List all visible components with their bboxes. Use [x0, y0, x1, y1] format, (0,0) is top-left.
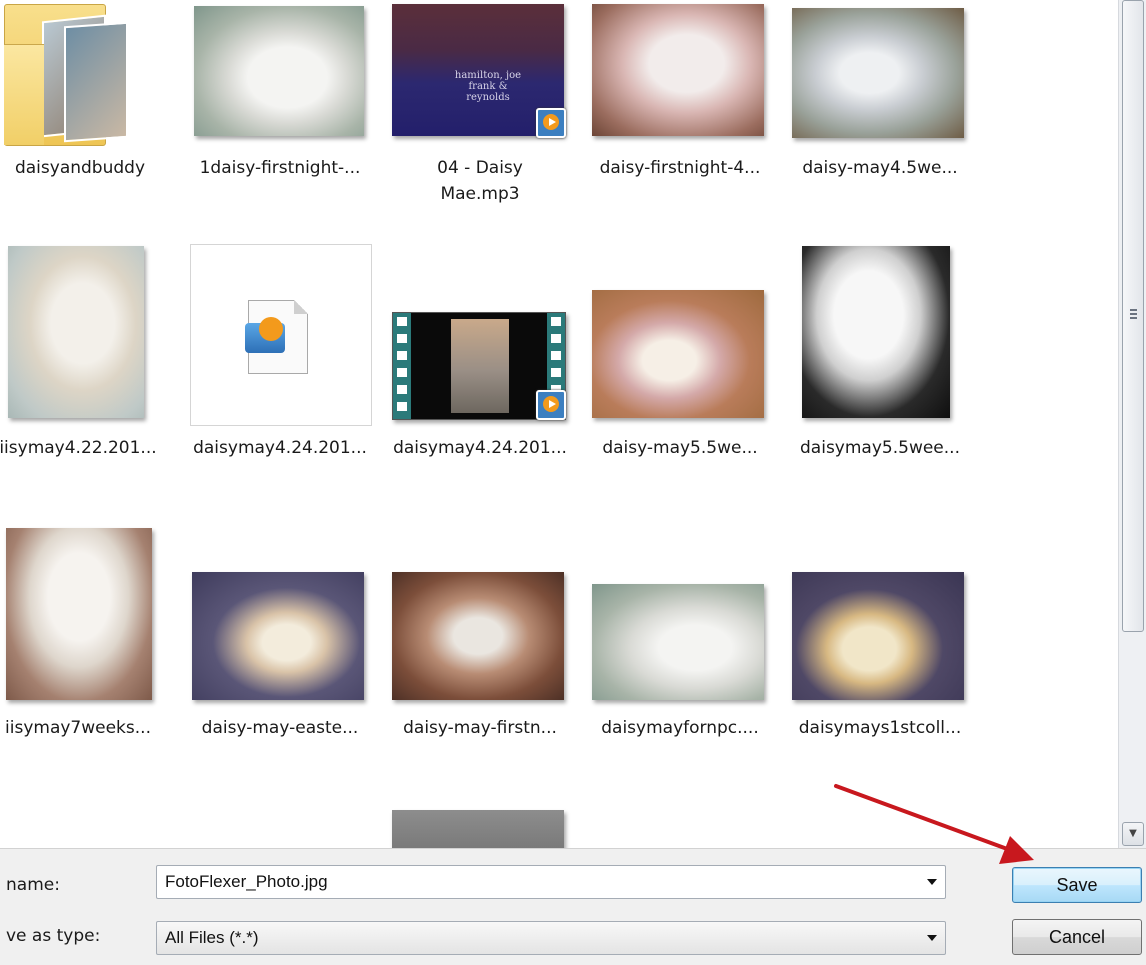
thumbnail-image: [8, 246, 144, 418]
file-name-value: FotoFlexer_Photo.jpg: [165, 872, 328, 891]
image-file-item[interactable]: daisy-may-firstn...: [380, 524, 580, 744]
album-art-text: hamilton, joe frank & reynolds: [454, 70, 522, 103]
video-file-item[interactable]: daisymay4.24.201...: [380, 240, 580, 460]
folder-item[interactable]: daisyandbuddy: [0, 0, 170, 200]
save-button[interactable]: Save: [1012, 867, 1142, 903]
thumbnail-image: [802, 246, 950, 418]
file-name: daisy-may-easte...: [201, 718, 359, 738]
file-name: iisymay7weeks...: [5, 718, 151, 738]
media-play-icon: [536, 108, 566, 138]
file-name: daisy-may5.5we...: [602, 438, 758, 458]
file-name-field[interactable]: FotoFlexer_Photo.jpg: [156, 865, 946, 899]
save-type-value: All Files (*.*): [165, 928, 259, 947]
audio-file-item[interactable]: hamilton, joe frank & reynolds 04 - Dais…: [380, 0, 580, 210]
scroll-down-arrow-icon[interactable]: ▼: [1122, 822, 1144, 846]
file-list-pane[interactable]: daisyandbuddy 1daisy-firstnight-... hami…: [0, 0, 1118, 848]
image-file-item[interactable]: iisymay4.22.201...: [0, 240, 180, 460]
file-name: daisymayfornpc....: [601, 718, 759, 738]
save-type-select[interactable]: All Files (*.*): [156, 921, 946, 955]
image-file-item[interactable]: daisy-may-easte...: [180, 524, 380, 744]
file-name: daisy-may-firstn...: [403, 718, 557, 738]
file-name: daisymay4.24.201...: [393, 438, 567, 458]
file-name: daisyandbuddy: [14, 158, 146, 178]
thumbnail-image: [592, 4, 764, 136]
image-file-item[interactable]: iisymay7weeks...: [0, 524, 180, 744]
image-file-item[interactable]: [380, 800, 580, 848]
cancel-button[interactable]: Cancel: [1012, 919, 1142, 955]
file-name: 1daisy-firstnight-...: [199, 158, 361, 178]
file-name-label: name:: [6, 875, 60, 895]
file-name: daisy-may4.5we...: [802, 158, 958, 178]
image-file-item[interactable]: daisy-may4.5we...: [780, 0, 980, 200]
file-name: 04 - Daisy: [437, 158, 523, 178]
save-type-label: ve as type:: [6, 926, 101, 946]
image-file-item[interactable]: daisy-firstnight-4...: [580, 0, 780, 200]
scrollbar-grip-icon: [1130, 309, 1137, 311]
image-file-item[interactable]: 1daisy-firstnight-...: [180, 0, 380, 200]
file-name: daisymays1stcoll...: [798, 718, 962, 738]
file-name: daisymay4.24.201...: [193, 438, 367, 458]
thumbnail-image: [192, 572, 364, 700]
image-file-item[interactable]: daisymayfornpc....: [580, 524, 780, 744]
file-name: daisy-firstnight-4...: [599, 158, 761, 178]
file-name-line2: Mae.mp3: [440, 184, 520, 204]
image-file-item[interactable]: daisy-may5.5we...: [580, 240, 780, 460]
save-dialog-footer: name: FotoFlexer_Photo.jpg ve as type: A…: [0, 848, 1146, 965]
thumbnail-image: [592, 584, 764, 700]
thumbnail-image: [792, 572, 964, 700]
folder-icon: [4, 4, 128, 146]
thumbnail-image: [792, 8, 964, 138]
vertical-scrollbar[interactable]: ▼: [1118, 0, 1146, 848]
file-name: daisymay5.5wee...: [800, 438, 960, 458]
file-name: iisymay4.22.201...: [0, 438, 157, 458]
dropdown-arrow-icon[interactable]: [927, 879, 937, 885]
thumbnail-image: [592, 290, 764, 418]
thumbnail-image: [392, 810, 564, 848]
video-file-item[interactable]: daisymay4.24.201...: [180, 240, 380, 460]
image-file-item[interactable]: daisymay5.5wee...: [780, 240, 980, 460]
thumbnail-image: [194, 6, 364, 136]
scrollbar-thumb[interactable]: [1122, 0, 1144, 632]
dropdown-arrow-icon[interactable]: [927, 935, 937, 941]
video-file-icon: [245, 300, 308, 374]
image-file-item[interactable]: daisymays1stcoll...: [780, 524, 980, 744]
media-play-icon: [536, 390, 566, 420]
thumbnail-image: [6, 528, 152, 700]
thumbnail-image: [392, 572, 564, 700]
